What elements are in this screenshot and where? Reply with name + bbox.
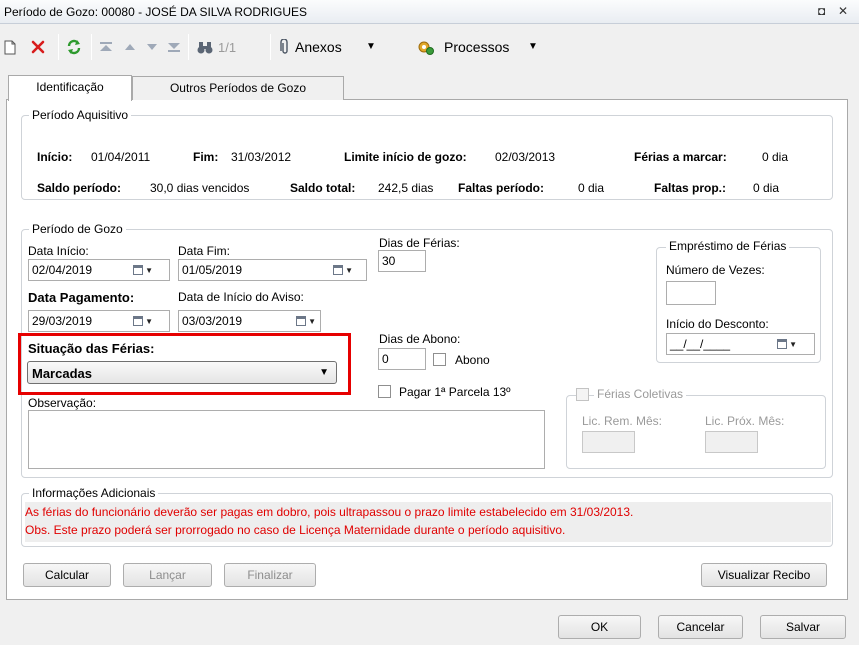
pay-13th-label: Pagar 1ª Parcela 13º xyxy=(399,385,511,399)
restore-icon[interactable]: ◘ xyxy=(818,4,825,18)
attachments-menu[interactable]: Anexos xyxy=(295,39,342,55)
tab-label: Outros Períodos de Gozo xyxy=(169,81,307,95)
pay-13th-checkbox[interactable] xyxy=(378,385,391,398)
total-balance-label: Saldo total: xyxy=(290,181,356,195)
additional-line-2: Obs. Este prazo poderá ser prorrogado no… xyxy=(25,523,566,537)
finish-button[interactable]: Finalizar xyxy=(224,563,316,587)
last-record-icon[interactable] xyxy=(166,39,182,55)
title-bar: Período de Gozo: 00080 - JOSÉ DA SILVA R… xyxy=(0,0,859,24)
delete-icon[interactable] xyxy=(29,38,47,56)
lic-rem-field[interactable] xyxy=(582,431,635,453)
loan-times-label: Número de Vezes: xyxy=(666,263,765,277)
start-value: 01/04/2011 xyxy=(91,150,151,164)
binoculars-icon[interactable] xyxy=(196,39,214,55)
notes-textarea[interactable] xyxy=(28,410,545,469)
status-dropdown[interactable]: Marcadas ▼ xyxy=(27,361,337,384)
additional-message-box: As férias do funcionário deverão ser pag… xyxy=(25,502,831,542)
vacation-days-field[interactable]: 30 xyxy=(378,250,426,272)
notice-date-label: Data de Início do Aviso: xyxy=(178,290,304,304)
collective-checkbox[interactable] xyxy=(576,388,589,401)
notes-label: Observação: xyxy=(28,396,97,410)
end-date-label: Data Fim: xyxy=(178,244,231,258)
cancel-button[interactable]: Cancelar xyxy=(658,615,743,639)
to-schedule-label: Férias a marcar: xyxy=(634,150,727,164)
start-date-label: Data Início: xyxy=(28,244,89,258)
processes-menu[interactable]: Processos xyxy=(444,39,509,55)
refresh-icon[interactable] xyxy=(65,38,83,56)
limit-value: 02/03/2013 xyxy=(495,150,556,164)
status-value: Marcadas xyxy=(32,366,92,381)
absences-prop-label: Faltas prop.: xyxy=(654,181,727,195)
bonus-checkbox[interactable] xyxy=(433,353,446,366)
lic-rem-label: Lic. Rem. Mês: xyxy=(582,414,663,428)
total-balance-value: 242,5 dias xyxy=(378,181,434,195)
paperclip-icon[interactable] xyxy=(277,38,293,56)
bonus-checkbox-label: Abono xyxy=(455,353,490,367)
loan-times-field[interactable] xyxy=(666,281,716,305)
status-label: Situação das Férias: xyxy=(28,341,155,356)
absences-value: 0 dia xyxy=(578,181,605,195)
next-record-icon[interactable] xyxy=(144,39,160,55)
first-record-icon[interactable] xyxy=(98,39,114,55)
vacation-days-label: Dias de Férias: xyxy=(379,236,460,250)
tab-identificacao[interactable]: Identificação xyxy=(8,75,132,101)
tab-outros-periodos[interactable]: Outros Períodos de Gozo xyxy=(132,76,344,100)
calendar-icon[interactable]: ▼ xyxy=(133,312,153,330)
payment-date-value: 29/03/2019 xyxy=(32,314,93,328)
bonus-days-field[interactable]: 0 xyxy=(378,348,426,370)
lic-next-field[interactable] xyxy=(705,431,758,453)
post-button[interactable]: Lançar xyxy=(123,563,212,587)
calendar-icon[interactable]: ▼ xyxy=(296,312,316,330)
absences-label: Faltas período: xyxy=(458,181,545,195)
previous-record-icon[interactable] xyxy=(122,39,138,55)
ok-button[interactable]: OK xyxy=(558,615,641,639)
calendar-icon[interactable]: ▼ xyxy=(777,335,797,353)
payment-date-label: Data Pagamento: xyxy=(28,290,135,305)
additional-line-1: As férias do funcionário deverão ser pag… xyxy=(25,505,634,519)
enjoyment-title: Período de Gozo xyxy=(29,222,126,236)
tab-label: Identificação xyxy=(36,80,104,94)
discount-start-label: Início do Desconto: xyxy=(666,317,769,331)
start-label: Início: xyxy=(37,150,73,164)
chevron-down-icon: ▼ xyxy=(319,367,329,378)
absences-prop-value: 0 dia xyxy=(753,181,780,195)
additional-title: Informações Adicionais xyxy=(29,486,159,500)
end-value: 31/03/2012 xyxy=(231,150,292,164)
loan-title: Empréstimo de Férias xyxy=(666,239,790,253)
calculate-button[interactable]: Calcular xyxy=(23,563,111,587)
start-date-value: 02/04/2019 xyxy=(32,263,93,277)
acquisition-title: Período Aquisitivo xyxy=(29,108,132,122)
to-schedule-value: 0 dia xyxy=(762,150,789,164)
lic-next-label: Lic. Próx. Mês: xyxy=(705,414,785,428)
notice-date-value: 03/03/2019 xyxy=(182,314,243,328)
window-title: Período de Gozo: 00080 - JOSÉ DA SILVA R… xyxy=(4,5,308,19)
bonus-days-value: 0 xyxy=(382,352,389,366)
discount-start-value: __/__/____ xyxy=(670,337,731,351)
save-button[interactable]: Salvar xyxy=(760,615,846,639)
bonus-days-label: Dias de Abono: xyxy=(379,332,461,346)
limit-label: Limite início de gozo: xyxy=(344,150,467,164)
end-date-value: 01/05/2019 xyxy=(182,263,243,277)
chevron-down-icon[interactable]: ▼ xyxy=(528,41,538,52)
collective-label: Férias Coletivas xyxy=(594,387,687,401)
vacation-days-value: 30 xyxy=(382,254,396,268)
end-label: Fim: xyxy=(193,150,219,164)
calendar-icon[interactable]: ▼ xyxy=(333,261,353,279)
chevron-down-icon[interactable]: ▼ xyxy=(366,41,376,52)
period-balance-value: 30,0 dias vencidos xyxy=(150,181,250,195)
record-position: 1/1 xyxy=(218,40,237,55)
calendar-icon[interactable]: ▼ xyxy=(133,261,153,279)
new-document-icon[interactable] xyxy=(2,38,18,56)
close-icon[interactable]: ✕ xyxy=(838,4,848,18)
processes-icon[interactable] xyxy=(416,38,436,56)
view-receipt-button[interactable]: Visualizar Recibo xyxy=(701,563,827,587)
period-balance-label: Saldo período: xyxy=(37,181,121,195)
